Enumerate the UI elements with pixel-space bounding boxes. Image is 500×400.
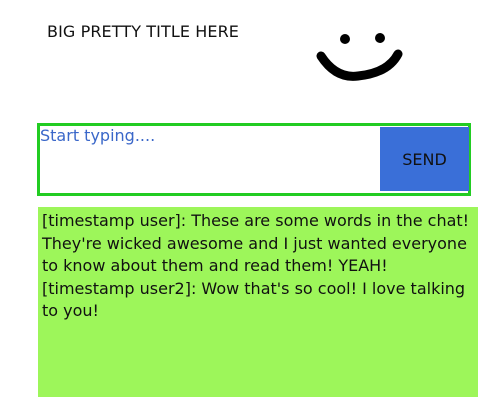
smiley-face-icon — [316, 33, 403, 81]
send-button[interactable]: SEND — [380, 127, 469, 191]
smiley-mouth — [316, 49, 403, 81]
message-input[interactable] — [40, 126, 377, 193]
page-title: BIG PRETTY TITLE HERE — [47, 22, 240, 41]
chat-message: [timestamp user]: These are some words i… — [42, 211, 470, 275]
smiley-left-eye — [340, 34, 350, 44]
smiley-right-eye — [375, 33, 385, 43]
message-composer: SEND — [37, 123, 471, 196]
chat-log: [timestamp user]: These are some words i… — [38, 207, 478, 397]
chat-message: [timestamp user2]: Wow that's so cool! I… — [42, 278, 466, 321]
